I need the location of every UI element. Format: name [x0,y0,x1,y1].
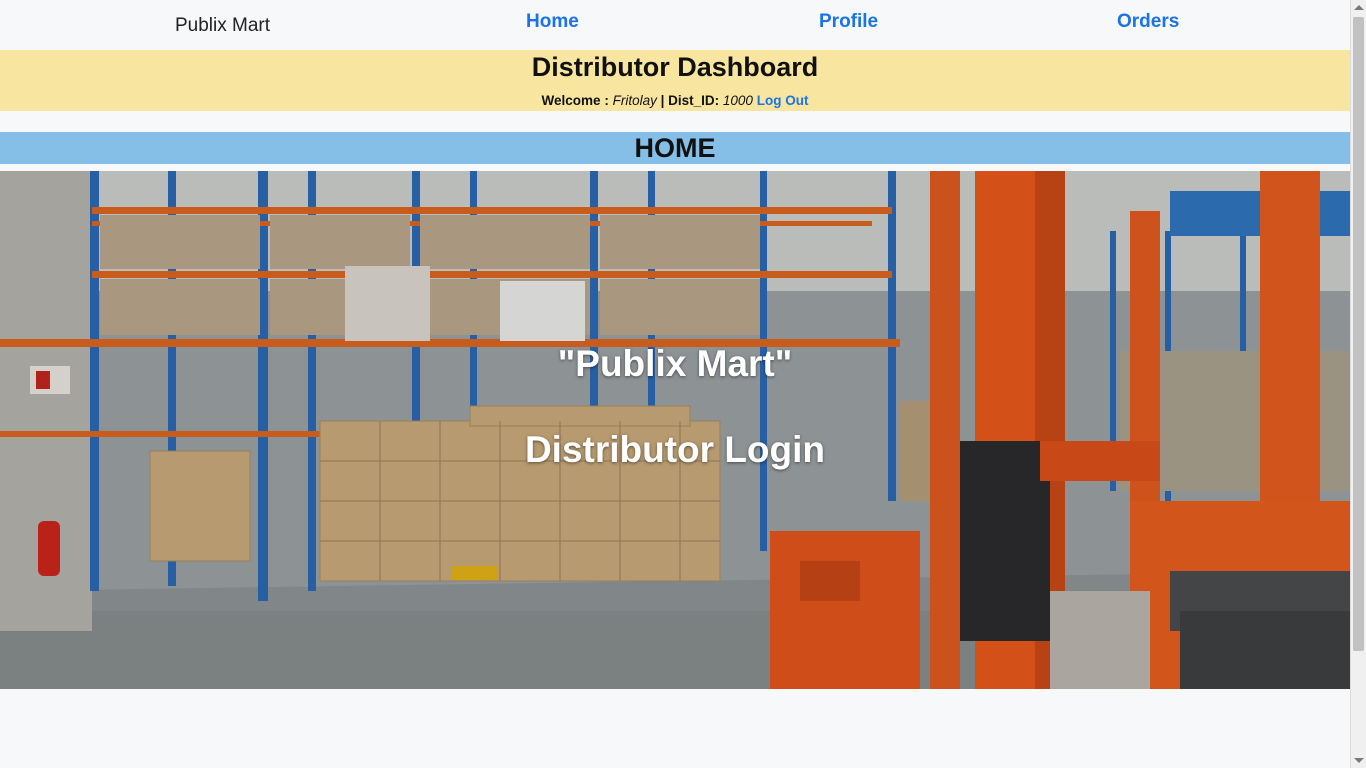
hero-banner: "Publix Mart" Distributor Login [0,171,1350,689]
logout-link[interactable]: Log Out [757,93,809,108]
dist-id-value: 1000 [722,93,753,108]
section-title: HOME [634,133,716,163]
welcome-line: Welcome : Fritolay | Dist_ID: 1000 Log O… [0,93,1350,108]
brand-name[interactable]: Publix Mart [175,15,270,37]
scroll-up-arrow-icon[interactable] [1354,5,1364,10]
scrollbar-thumb[interactable] [1353,17,1364,651]
nav-link-profile[interactable]: Profile [819,11,878,33]
scroll-down-arrow-icon[interactable] [1354,758,1364,763]
dashboard-title: Distributor Dashboard [531,52,819,82]
dashboard-header: Distributor Dashboard Welcome : Fritolay… [0,50,1350,111]
vertical-scrollbar[interactable] [1350,0,1366,768]
nav-link-orders[interactable]: Orders [1117,11,1179,33]
welcome-label: Welcome : [541,93,613,108]
section-title-band: HOME [0,132,1350,164]
hero-subtitle: Distributor Login [524,429,826,470]
hero-title: "Publix Mart" [557,343,793,384]
nav-link-home[interactable]: Home [526,11,579,33]
top-navbar: Publix Mart Home Profile Orders [0,0,1350,50]
page: Publix Mart Home Profile Orders Distribu… [0,0,1366,768]
user-name: Fritolay [612,93,657,108]
dist-id-label: | Dist_ID: [656,93,723,108]
